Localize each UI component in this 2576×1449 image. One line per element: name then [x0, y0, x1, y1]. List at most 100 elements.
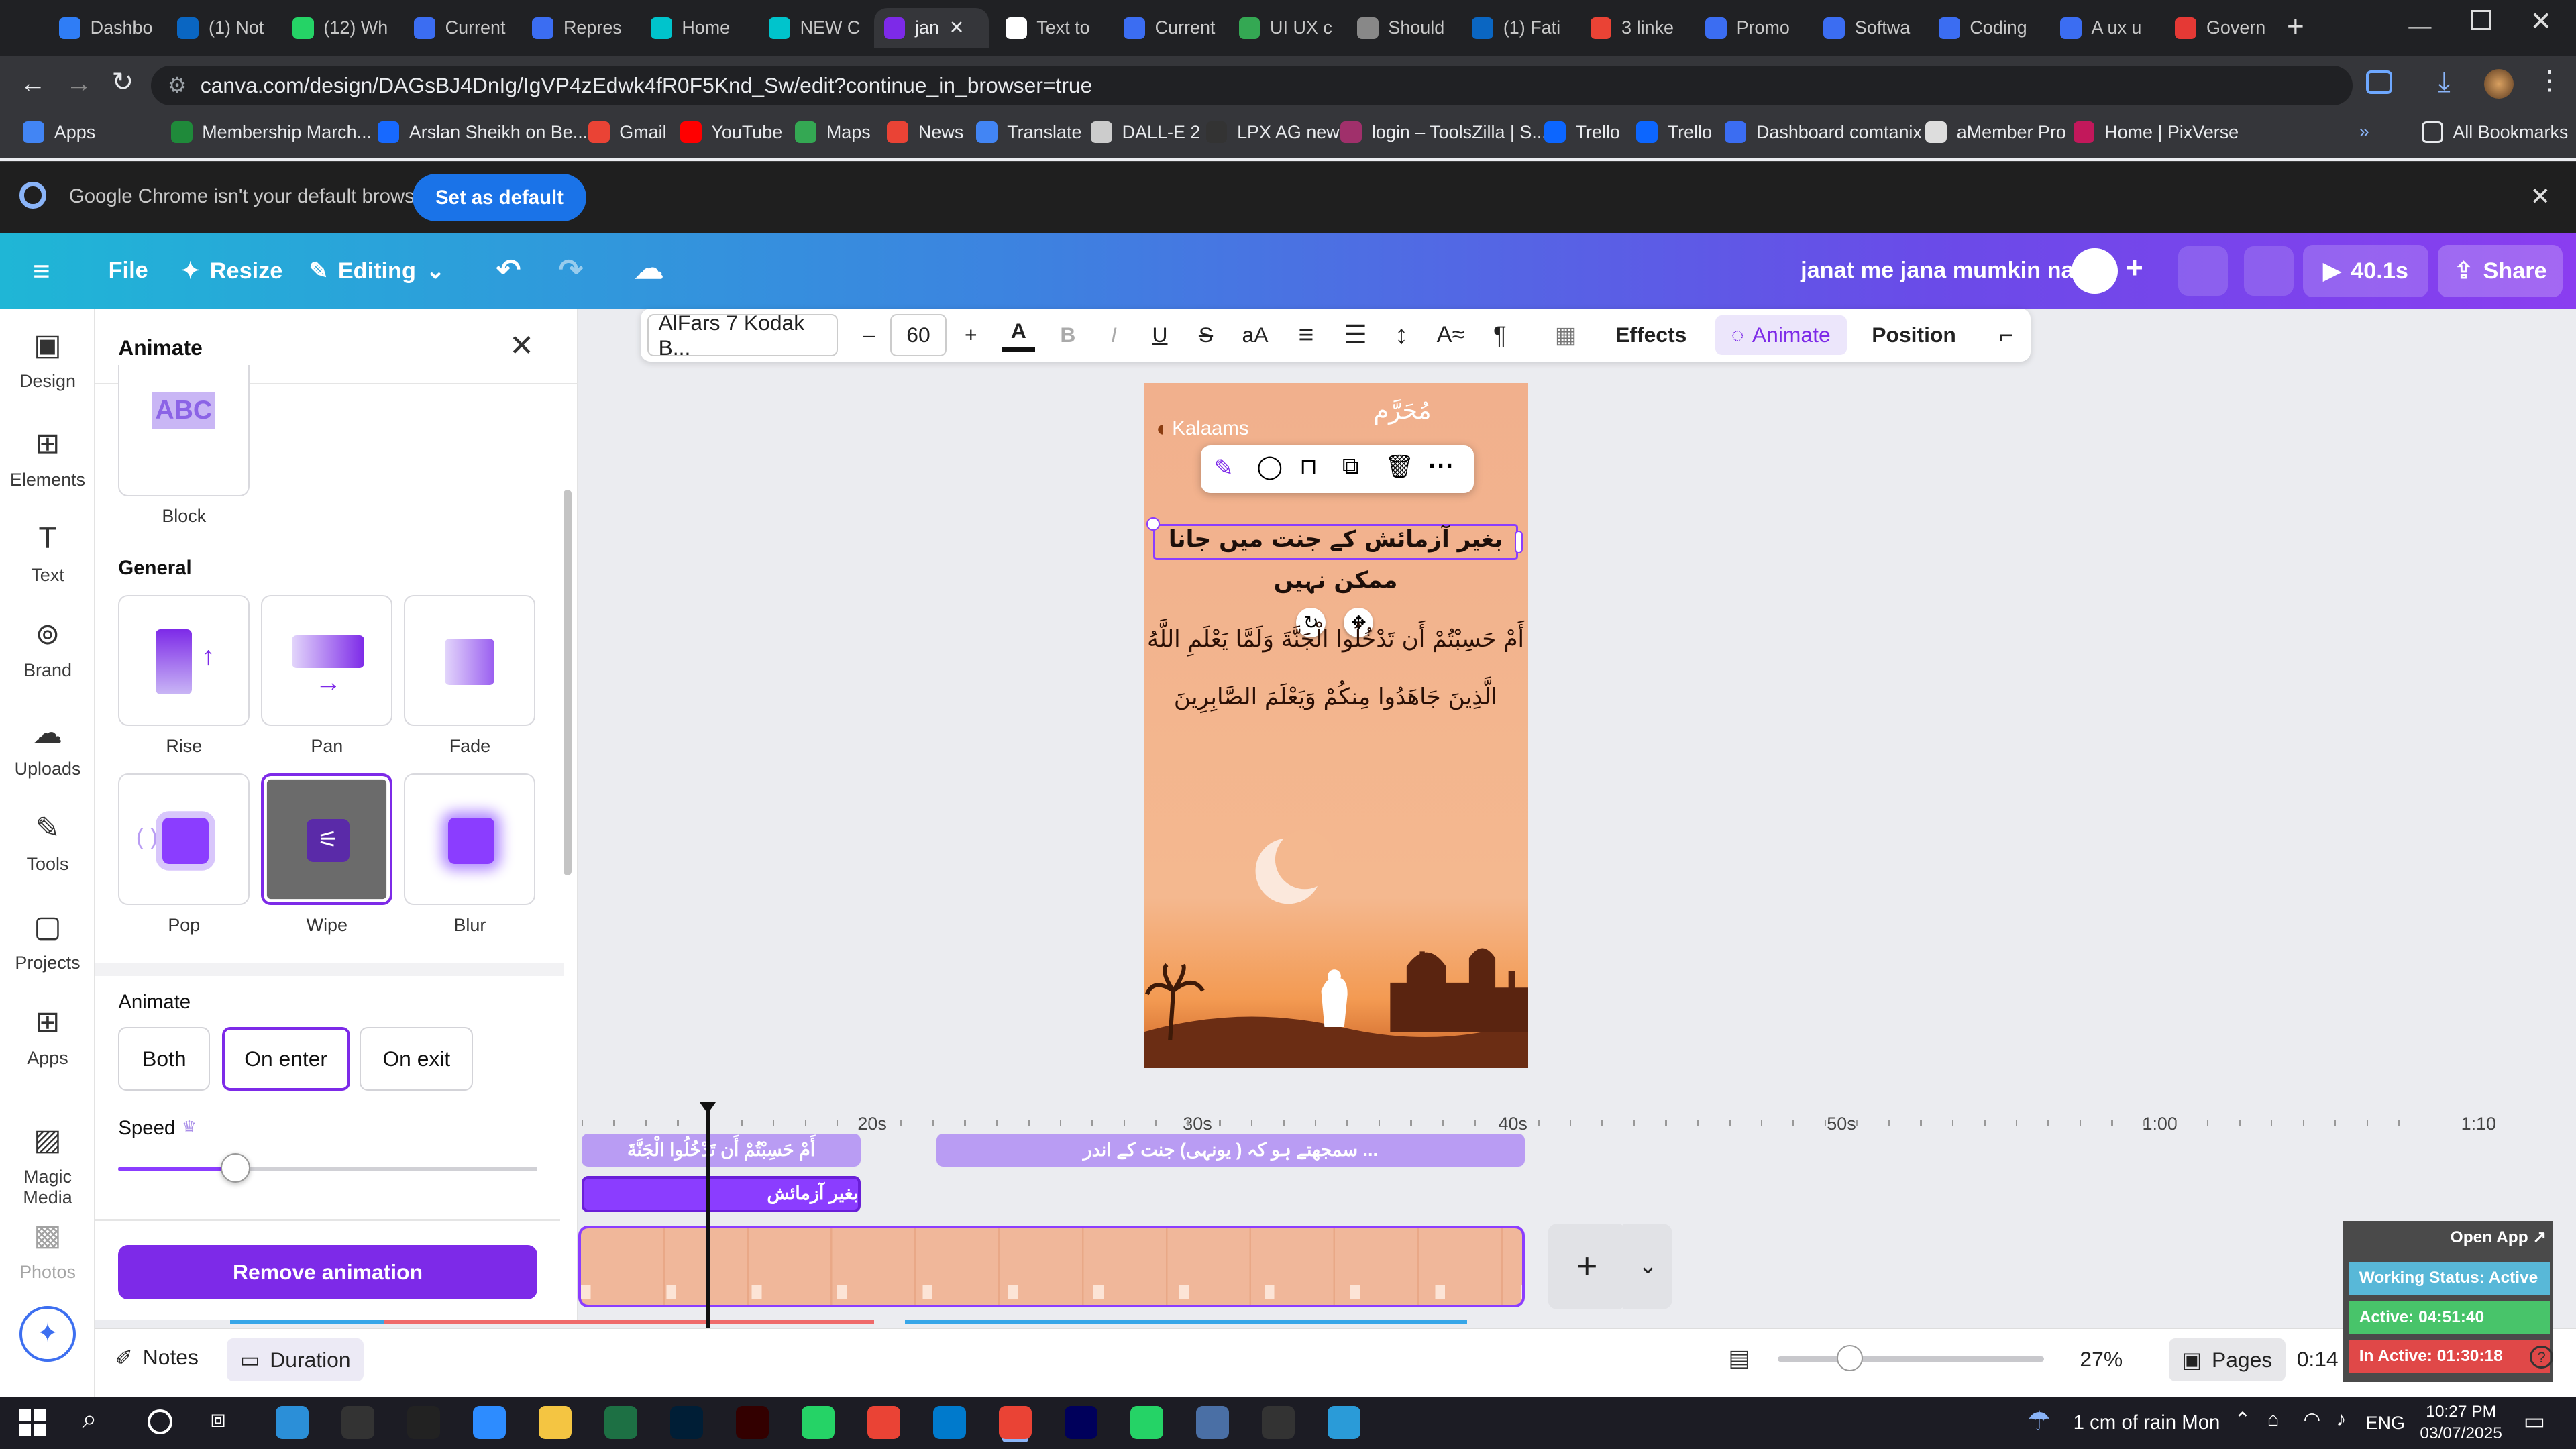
- close-tab-icon[interactable]: ✕: [949, 17, 965, 38]
- chrome-icon[interactable]: [867, 1406, 901, 1440]
- forward-icon[interactable]: →: [66, 69, 92, 99]
- illustrator-icon[interactable]: [736, 1406, 769, 1440]
- app-icon[interactable]: [1327, 1406, 1360, 1440]
- remove-animation-button[interactable]: Remove animation: [118, 1245, 537, 1300]
- bookmark-item[interactable]: News: [887, 121, 963, 144]
- rail-item-design[interactable]: ▣ Design: [0, 325, 95, 392]
- more-bookmarks-icon[interactable]: »: [2359, 121, 2369, 142]
- close-window-button[interactable]: ✕: [2530, 7, 2552, 37]
- speed-slider[interactable]: [118, 1153, 537, 1183]
- cloud-saved-icon[interactable]: ☁: [634, 252, 663, 286]
- bookmark-item[interactable]: Home | PixVerse: [2073, 121, 2239, 144]
- rail-item-apps[interactable]: ⊞ Apps: [0, 1002, 95, 1069]
- design-title[interactable]: janat me jana mumkin nai: [1801, 258, 2080, 284]
- browser-tab[interactable]: (1) Fati: [1462, 8, 1577, 48]
- rail-item-photos[interactable]: ▩ Photos: [0, 1216, 95, 1283]
- effects-button[interactable]: Effects: [1607, 309, 1695, 361]
- delete-icon[interactable]: 🗑: [1385, 453, 1415, 480]
- italic-icon[interactable]: I: [1097, 309, 1130, 361]
- zoom-level[interactable]: 27%: [2080, 1347, 2123, 1372]
- browser-tab[interactable]: (1) Not: [168, 8, 282, 48]
- zoom-slider[interactable]: [1777, 1345, 2044, 1372]
- playhead[interactable]: [706, 1104, 710, 1331]
- list-icon[interactable]: ☰: [1337, 309, 1373, 361]
- file-menu[interactable]: File: [109, 258, 148, 284]
- bookmark-item[interactable]: Dashboard comtanix: [1725, 121, 1922, 144]
- comment-add-icon[interactable]: ◯: [1256, 453, 1282, 480]
- media-player-icon[interactable]: [1261, 1406, 1295, 1440]
- animate-option-both[interactable]: Both: [118, 1026, 211, 1091]
- bookmark-item[interactable]: Arslan Sheikh on Be...: [378, 121, 588, 144]
- task-view-icon[interactable]: ⧈: [210, 1405, 225, 1434]
- analytics-icon[interactable]: [2178, 246, 2228, 296]
- start-menu-icon[interactable]: [19, 1409, 46, 1436]
- bookmark-item[interactable]: Translate: [975, 121, 1081, 144]
- clock[interactable]: 10:27 PM 03/07/2025: [2412, 1401, 2510, 1444]
- audio-track-2[interactable]: [384, 1319, 874, 1324]
- bookmark-item[interactable]: Membership March...: [170, 121, 372, 144]
- letter-case-icon[interactable]: aA: [1236, 309, 1275, 361]
- download-icon[interactable]: ⤓: [2438, 66, 2450, 99]
- hamburger-menu-icon[interactable]: ≡: [33, 255, 50, 288]
- zoom-slider-thumb[interactable]: [1836, 1345, 1864, 1372]
- browser-tab[interactable]: Dashbo: [49, 8, 164, 48]
- photoshop-icon[interactable]: [670, 1406, 704, 1440]
- search-icon[interactable]: ⌕: [82, 1405, 97, 1434]
- lock-icon[interactable]: ⊓: [1299, 453, 1318, 480]
- duplicate-icon[interactable]: ⧉: [1342, 453, 1358, 480]
- rail-item-uploads[interactable]: ☁ Uploads: [0, 713, 95, 780]
- all-bookmarks-folder[interactable]: All Bookmarks: [2421, 121, 2568, 144]
- bookmark-item[interactable]: LPX AG new: [1205, 121, 1340, 144]
- browser-tab[interactable]: Softwa: [1814, 8, 1929, 48]
- site-info-icon[interactable]: ⚙: [168, 66, 187, 105]
- browser-tab[interactable]: (12) Wh: [282, 8, 397, 48]
- weather-text[interactable]: 1 cm of rain Mon: [2074, 1411, 2220, 1434]
- browser-tab[interactable]: Current: [1114, 8, 1228, 48]
- browser-tab[interactable]: Repres: [523, 8, 637, 48]
- heading-urdu-line1[interactable]: بغیر آزمائش کے جنت میں جانا: [1144, 526, 1528, 553]
- browser-tab[interactable]: 3 linke: [1580, 8, 1695, 48]
- bookmark-item[interactable]: Trello: [1636, 121, 1712, 144]
- copy-style-icon[interactable]: ⌐: [1988, 309, 2024, 361]
- audio-track-3[interactable]: [905, 1319, 1467, 1324]
- bookmark-item[interactable]: Apps: [23, 121, 95, 144]
- tray-chevron-icon[interactable]: ⌃: [2235, 1408, 2251, 1432]
- playhead-marker-icon[interactable]: [700, 1102, 716, 1114]
- terminal-icon[interactable]: [407, 1406, 441, 1440]
- rail-item-text[interactable]: T Text: [0, 519, 95, 586]
- calculator-icon[interactable]: [1195, 1406, 1229, 1440]
- profile-avatar[interactable]: [2483, 68, 2514, 99]
- magic-write-icon[interactable]: ✎: [1214, 455, 1234, 482]
- text-color-icon[interactable]: A: [1002, 315, 1035, 352]
- rail-item-magic-media[interactable]: ▨ Magic Media: [0, 1120, 95, 1208]
- align-center-icon[interactable]: ≡: [1288, 309, 1324, 361]
- font-family-dropdown[interactable]: AlFars 7 Kodak B...: [647, 311, 838, 360]
- effect-card-rise[interactable]: ↑: [118, 594, 250, 727]
- browser-tab[interactable]: UI UX c: [1229, 8, 1344, 48]
- heading-urdu-line2[interactable]: ممکن نہیں: [1144, 567, 1528, 594]
- zoom-icon[interactable]: [473, 1406, 506, 1440]
- add-collaborator-icon[interactable]: +: [2126, 252, 2143, 285]
- share-button[interactable]: ⇪ Share: [2438, 244, 2563, 298]
- notifications-icon[interactable]: ▭: [2524, 1408, 2545, 1435]
- browser-tab[interactable]: Coding: [1929, 8, 2043, 48]
- duration-button[interactable]: ▭ Duration: [226, 1338, 364, 1382]
- bookmark-item[interactable]: DALL-E 2: [1091, 121, 1200, 144]
- close-panel-icon[interactable]: ✕: [509, 329, 534, 363]
- edge-icon[interactable]: [276, 1406, 309, 1440]
- rail-item-projects[interactable]: ▢ Projects: [0, 907, 95, 974]
- more-options-icon[interactable]: ⋯: [1428, 450, 1454, 480]
- decrease-font-size-button[interactable]: –: [851, 309, 888, 361]
- animate-option-on-exit[interactable]: On exit: [360, 1026, 474, 1091]
- volume-icon[interactable]: ♪: [2336, 1408, 2346, 1431]
- green-app-icon[interactable]: [802, 1406, 835, 1440]
- block-effect-card[interactable]: ABC: [118, 364, 250, 496]
- comments-icon[interactable]: [2244, 246, 2294, 296]
- redo-icon[interactable]: ↷: [559, 253, 584, 287]
- browser-tab[interactable]: Current: [404, 8, 519, 48]
- user-avatar[interactable]: [2072, 248, 2118, 294]
- notes-button[interactable]: ✐ Notes: [115, 1345, 199, 1371]
- bookmark-item[interactable]: Gmail: [588, 121, 667, 144]
- browser-tab[interactable]: Should: [1347, 8, 1462, 48]
- browser-tab[interactable]: A ux u: [2050, 8, 2165, 48]
